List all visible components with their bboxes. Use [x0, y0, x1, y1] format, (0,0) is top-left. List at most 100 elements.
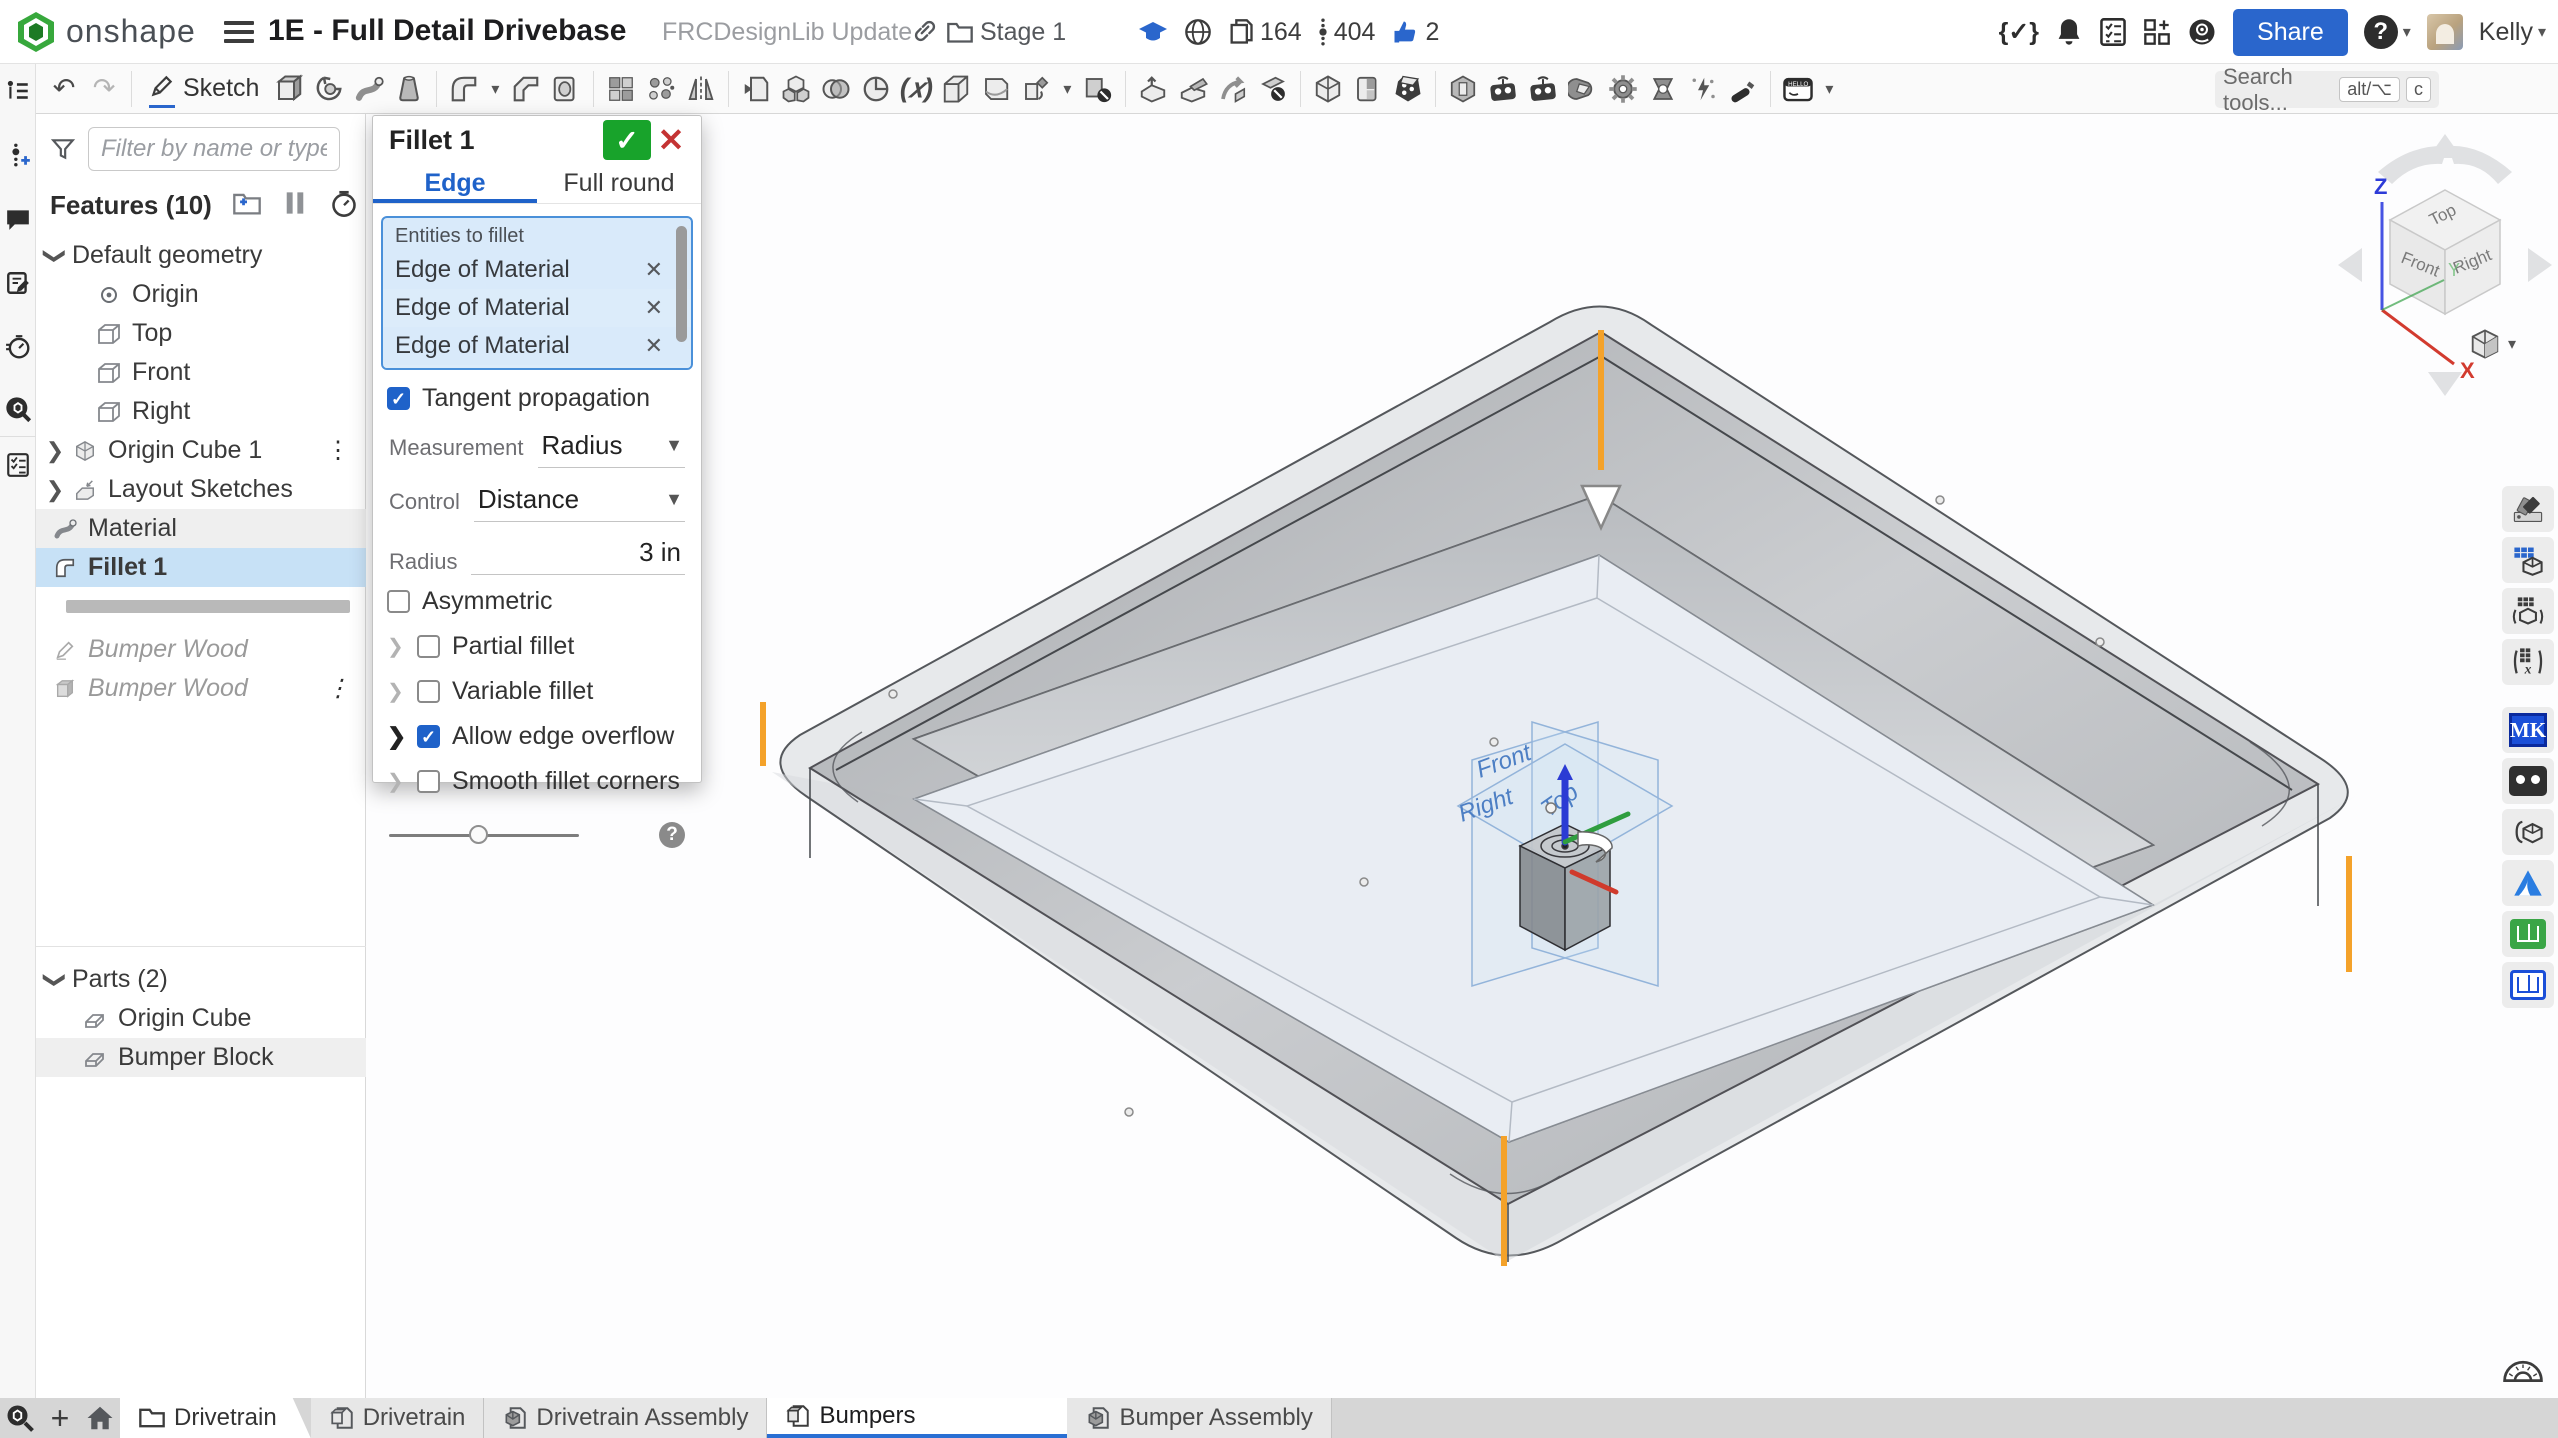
help-menu[interactable]: ? ▾ [2364, 15, 2411, 49]
sketch-button[interactable]: Sketch [139, 73, 269, 104]
document-menu-icon[interactable] [224, 16, 254, 48]
fillet-button[interactable] [444, 68, 484, 110]
overflow-menu-icon[interactable]: ⋮ [326, 444, 350, 458]
boolean-button[interactable] [816, 68, 856, 110]
tree-item-layout-sketches[interactable]: ❯ Layout Sketches [36, 470, 366, 509]
marker-feature-button[interactable] [1723, 68, 1763, 110]
transform-dropdown[interactable]: ▾ [1056, 68, 1078, 110]
tree-item-material[interactable]: Material [36, 509, 366, 548]
variable-fillet-option[interactable]: ❯ Variable fillet [373, 669, 701, 714]
tree-item-right-plane[interactable]: Right [36, 392, 366, 431]
onshape-logo-text[interactable]: onshape [66, 13, 196, 50]
configurations-panel-icon[interactable] [2502, 537, 2554, 583]
add-tab-button[interactable]: + [40, 1398, 80, 1438]
primitive-cube-button[interactable] [1308, 68, 1348, 110]
checkbox-unchecked-icon[interactable] [417, 635, 440, 658]
cancel-button[interactable]: ✕ [651, 120, 691, 160]
blue-book-library-tab-icon[interactable] [2502, 962, 2554, 1008]
tree-item-top-plane[interactable]: Top [36, 314, 366, 353]
tree-item-bumper-wood-extrude[interactable]: Bumper Wood ⋮ [36, 669, 366, 708]
entities-scrollbar[interactable] [676, 226, 687, 342]
sweep-button[interactable] [349, 68, 389, 110]
sprocket-feature-button[interactable] [1643, 68, 1683, 110]
chevron-down-icon[interactable]: ❯ [42, 245, 68, 267]
radius-value-input[interactable]: 3 in [471, 537, 685, 575]
undo-button[interactable]: ↶ [44, 68, 84, 110]
remove-entity-icon[interactable]: ✕ [645, 257, 663, 283]
filter-funnel-icon[interactable] [50, 136, 76, 162]
checkbox-unchecked-icon[interactable] [387, 590, 410, 613]
notifications-bell-icon[interactable] [2055, 17, 2083, 47]
likes-stat[interactable]: 2 [1391, 18, 1439, 47]
partial-fillet-option[interactable]: ❯ Partial fillet [373, 624, 701, 669]
checkbox-checked-icon[interactable]: ✓ [387, 387, 410, 410]
tab-assembly-bumper[interactable]: Bumper Assembly [1067, 1398, 1331, 1438]
checkbox-unchecked-icon[interactable] [417, 680, 440, 703]
feature-list-icon[interactable] [3, 76, 33, 106]
part-item-origin-cube[interactable]: Origin Cube [36, 999, 366, 1038]
spark-feature-button[interactable] [1683, 68, 1723, 110]
robot-feature-2-button[interactable] [1523, 68, 1563, 110]
split-button[interactable] [776, 68, 816, 110]
tree-group-default-geometry[interactable]: ❯ Default geometry [36, 236, 366, 275]
sheet-metal-flange-button[interactable] [1133, 68, 1173, 110]
belt-feature-button[interactable] [1563, 68, 1603, 110]
overflow-menu-icon[interactable]: ⋮ [326, 682, 350, 696]
suppress-pause-icon[interactable] [284, 190, 306, 221]
tree-item-fillet-1[interactable]: Fillet 1 [36, 548, 366, 587]
sketch-origin-point[interactable] [1546, 803, 1556, 813]
versions-stat[interactable]: 404 [1318, 17, 1376, 47]
ai-assistant-icon[interactable] [2187, 17, 2217, 47]
public-globe-icon[interactable] [1184, 18, 1212, 46]
tab-folder-drivetrain[interactable]: Drivetrain [120, 1398, 311, 1438]
variables-button[interactable]: (𝑥) [896, 68, 936, 110]
view-options-button[interactable]: ▾ [2470, 328, 2516, 360]
tree-item-origin[interactable]: Origin [36, 275, 366, 314]
tree-item-origin-cube[interactable]: ❯ Origin Cube 1 ⋮ [36, 431, 366, 470]
search-tabs-icon[interactable] [0, 1398, 40, 1438]
tree-item-bumper-wood-sketch[interactable]: Bumper Wood [36, 630, 366, 669]
extrude-button[interactable] [269, 68, 309, 110]
tree-group-parts[interactable]: ❯ Parts (2) [36, 960, 366, 999]
accept-button[interactable]: ✓ [603, 120, 651, 160]
performance-icon[interactable] [3, 332, 33, 362]
home-tab-icon[interactable] [80, 1398, 120, 1438]
entities-selection-list[interactable]: Entities to fillet Edge of Material ✕ Ed… [381, 216, 693, 370]
remove-entity-icon[interactable]: ✕ [645, 295, 663, 321]
sheet-metal-tab-button[interactable] [1173, 68, 1213, 110]
tree-item-front-plane[interactable]: Front [36, 353, 366, 392]
loft-button[interactable] [389, 68, 429, 110]
plane-button[interactable] [936, 68, 976, 110]
appearance-dice-button[interactable] [1388, 68, 1428, 110]
tab-partstudio-bumpers[interactable]: Bumpers [767, 1398, 1067, 1438]
mkcad-tab-icon[interactable]: MK [2502, 707, 2554, 753]
alpine-library-tab-icon[interactable] [2502, 860, 2554, 906]
tab-partstudio-drivetrain[interactable]: Drivetrain [311, 1398, 485, 1438]
delete-face-button[interactable] [1253, 68, 1293, 110]
chevron-right-icon[interactable]: ❯ [387, 769, 417, 794]
hello-badge-button[interactable]: HELLO [1778, 68, 1818, 110]
transform-button[interactable] [1016, 68, 1056, 110]
derived-tab-icon[interactable] [2502, 809, 2554, 855]
control-select[interactable]: Distance ▼ [474, 482, 685, 522]
revolve-button[interactable] [309, 68, 349, 110]
checkbox-checked-icon[interactable]: ✓ [417, 725, 440, 748]
redo-button[interactable]: ↷ [84, 68, 124, 110]
import-derived-button[interactable] [736, 68, 776, 110]
chevron-right-icon[interactable]: ❯ [44, 438, 66, 464]
tab-assembly-drivetrain[interactable]: Drivetrain Assembly [484, 1398, 767, 1438]
learning-cap-icon[interactable] [1138, 19, 1168, 45]
dialog-help-icon[interactable]: ? [659, 822, 685, 848]
share-button[interactable]: Share [2233, 9, 2348, 56]
new-folder-icon[interactable] [232, 190, 262, 221]
breadcrumb[interactable]: Stage 1 [980, 18, 1066, 47]
hello-dropdown[interactable]: ▾ [1818, 68, 1840, 110]
selected-entity-row[interactable]: Edge of Material ✕ [383, 251, 691, 289]
delete-part-button[interactable] [1078, 68, 1118, 110]
surface-button[interactable] [976, 68, 1016, 110]
user-menu[interactable]: Kelly ▾ [2479, 18, 2546, 47]
custom-feature-button[interactable] [1443, 68, 1483, 110]
chevron-right-icon[interactable]: ❯ [387, 679, 417, 704]
selected-entity-row[interactable]: Edge of Material ✕ [383, 289, 691, 327]
measure-protractor-icon[interactable] [2500, 1348, 2546, 1388]
